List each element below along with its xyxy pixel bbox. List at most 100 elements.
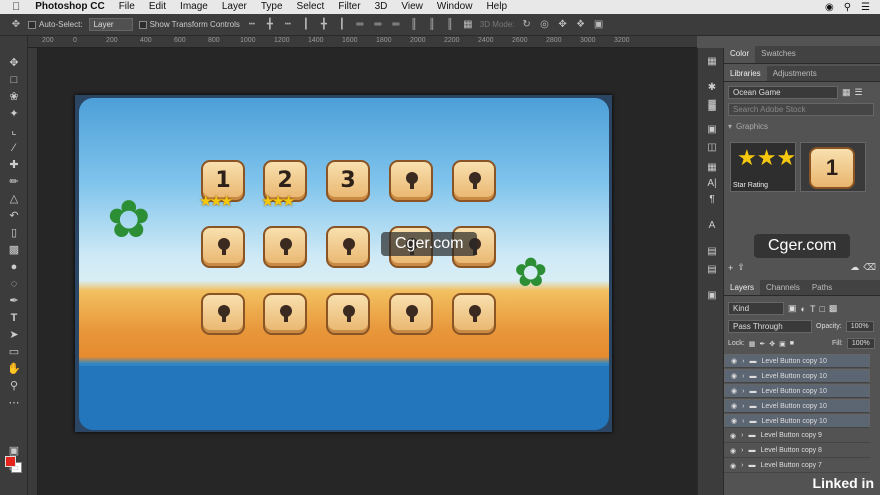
3d-scale-icon[interactable]: ▣ [593, 19, 605, 30]
layer-row[interactable]: ◉ › ▬ Level Button copy 10 [724, 354, 870, 368]
blur-tool-icon[interactable]: ● [7, 260, 21, 274]
color-panel-icon[interactable]: ▦ [706, 56, 718, 68]
align-top-icon[interactable]: ┅ [246, 19, 258, 30]
more-tools-icon[interactable]: ⋯ [7, 396, 21, 410]
list-icon[interactable]: ☰ [861, 2, 870, 13]
auto-align-icon[interactable]: ▦ [462, 19, 474, 30]
level-button-locked[interactable] [389, 293, 433, 335]
eyedropper-icon[interactable]: ⁄ [7, 141, 21, 155]
paint-bucket-icon[interactable]: ▩ [7, 243, 21, 257]
distribute-center-icon[interactable]: ║ [426, 19, 438, 30]
pen-tool-icon[interactable]: ✒ [7, 294, 21, 308]
menu-file[interactable]: File [112, 0, 142, 14]
game-level-artwork[interactable]: ✿ ✿ 1 2 3 ★★★ ★★★ [79, 98, 609, 430]
stock-search-input[interactable]: Search Adobe Stock [728, 103, 874, 116]
level-button-locked[interactable] [452, 293, 496, 335]
align-middle-icon[interactable]: ╋ [264, 19, 276, 30]
dodge-tool-icon[interactable]: ◌ [7, 277, 21, 291]
apple-icon[interactable]:  [0, 0, 28, 14]
filter-adjust-icon[interactable]: ◐ [801, 304, 806, 314]
blend-mode-dropdown[interactable]: Pass Through [728, 320, 812, 333]
library-dropdown[interactable]: Ocean Game [728, 86, 838, 99]
filter-shape-icon[interactable]: □ [819, 304, 824, 314]
clone-source-icon[interactable]: ◫ [706, 142, 718, 154]
grid-view-icon[interactable]: ▦ [842, 87, 851, 98]
align-center-icon[interactable]: ╋ [318, 19, 330, 30]
eraser-icon[interactable]: ▯ [7, 226, 21, 240]
creative-cloud-icon[interactable]: ◉ [825, 2, 834, 13]
level-button-locked[interactable] [263, 226, 307, 268]
level-button-locked[interactable] [326, 226, 370, 268]
menu-view[interactable]: View [394, 0, 430, 14]
expand-arrow-icon[interactable]: › [741, 462, 743, 469]
menu-window[interactable]: Window [430, 0, 480, 14]
lock-pixels-icon[interactable]: ▦ [749, 340, 756, 348]
tab-adjustments[interactable]: Adjustments [767, 66, 823, 81]
glyphs-icon[interactable]: A [706, 220, 718, 232]
menu-type[interactable]: Type [254, 0, 290, 14]
expand-arrow-icon[interactable]: › [742, 373, 744, 380]
filter-pixel-icon[interactable]: ▣ [788, 303, 797, 314]
visibility-eye-icon[interactable]: ◉ [730, 462, 736, 470]
tab-layers[interactable]: Layers [724, 280, 761, 295]
distribute-right-icon[interactable]: ║ [444, 19, 456, 30]
paragraph-panel-icon[interactable]: A| [706, 178, 718, 190]
level-button-locked[interactable] [201, 293, 245, 335]
visibility-eye-icon[interactable]: ◉ [730, 447, 736, 455]
level-button-locked[interactable] [263, 293, 307, 335]
menu-help[interactable]: Help [479, 0, 514, 14]
distribute-left-icon[interactable]: ║ [408, 19, 420, 30]
expand-arrow-icon[interactable]: › [741, 447, 743, 454]
collapse-icon[interactable]: ▾ [728, 122, 732, 131]
opacity-field[interactable]: 100% [845, 321, 874, 332]
menu-edit[interactable]: Edit [142, 0, 173, 14]
distribute-bottom-icon[interactable]: ═ [390, 19, 402, 30]
tab-color[interactable]: Color [724, 46, 756, 63]
move-tool-icon[interactable]: ✥ [7, 56, 21, 70]
layer-row[interactable]: ◉ › ▬ Level Button copy 8 [724, 444, 870, 458]
layer-row[interactable]: ◉ › ▬ Level Button copy 10 [724, 414, 870, 428]
distribute-middle-icon[interactable]: ═ [372, 19, 384, 30]
brush-panel-icon[interactable]: ✱ [706, 82, 718, 94]
brush-presets-icon[interactable]: ▓ [706, 100, 718, 112]
tab-libraries[interactable]: Libraries [724, 66, 767, 81]
layer-row[interactable]: ◉ › ▬ Level Button copy 10 [724, 384, 870, 398]
layer-row[interactable]: ◉ › ▬ Level Button copy 7 [724, 459, 870, 473]
type-tool-icon[interactable]: T [7, 311, 21, 325]
tab-channels[interactable]: Channels [760, 280, 806, 295]
add-icon[interactable]: + [728, 263, 733, 273]
auto-select-dropdown[interactable]: Layer [88, 18, 133, 31]
visibility-eye-icon[interactable]: ◉ [731, 357, 737, 365]
menu-image[interactable]: Image [173, 0, 215, 14]
visibility-eye-icon[interactable]: ◉ [730, 432, 736, 440]
layer-filter-dropdown[interactable]: Kind [728, 302, 784, 315]
expand-arrow-icon[interactable]: › [742, 358, 744, 365]
lasso-tool-icon[interactable]: ❀ [7, 90, 21, 104]
level-button-locked[interactable] [326, 293, 370, 335]
marquee-tool-icon[interactable]: □ [7, 73, 21, 87]
magic-wand-icon[interactable]: ✦ [7, 107, 21, 121]
brush-tool-icon[interactable]: ✏ [7, 175, 21, 189]
tab-paths[interactable]: Paths [806, 280, 838, 295]
expand-arrow-icon[interactable]: › [742, 418, 744, 425]
rectangle-tool-icon[interactable]: ▭ [7, 345, 21, 359]
layer-row[interactable]: ◉ › ▬ Level Button copy 9 [724, 429, 870, 443]
menu-3d[interactable]: 3D [368, 0, 395, 14]
lock-all-icon[interactable]: ■ [790, 340, 794, 347]
crop-tool-icon[interactable]: ⌞ [7, 124, 21, 138]
info-panel-icon[interactable]: ▣ [706, 290, 718, 302]
search-icon[interactable]: ⚲ [844, 2, 851, 13]
upload-icon[interactable]: ⇧ [737, 262, 745, 273]
lock-artboard-icon[interactable]: ▣ [779, 340, 786, 348]
menu-select[interactable]: Select [290, 0, 332, 14]
lock-paint-icon[interactable]: ✒ [759, 340, 765, 348]
path-selection-icon[interactable]: ➤ [7, 328, 21, 342]
menu-layer[interactable]: Layer [215, 0, 254, 14]
foreground-color-swatch[interactable] [5, 456, 16, 467]
filter-type-icon[interactable]: T [810, 304, 816, 314]
layer-row[interactable]: ◉ › ▬ Level Button copy 10 [724, 399, 870, 413]
history-brush-icon[interactable]: ↶ [7, 209, 21, 223]
move-tool-icon[interactable]: ✥ [10, 19, 22, 30]
hand-tool-icon[interactable]: ✋ [7, 362, 21, 376]
lock-move-icon[interactable]: ✥ [769, 340, 775, 348]
